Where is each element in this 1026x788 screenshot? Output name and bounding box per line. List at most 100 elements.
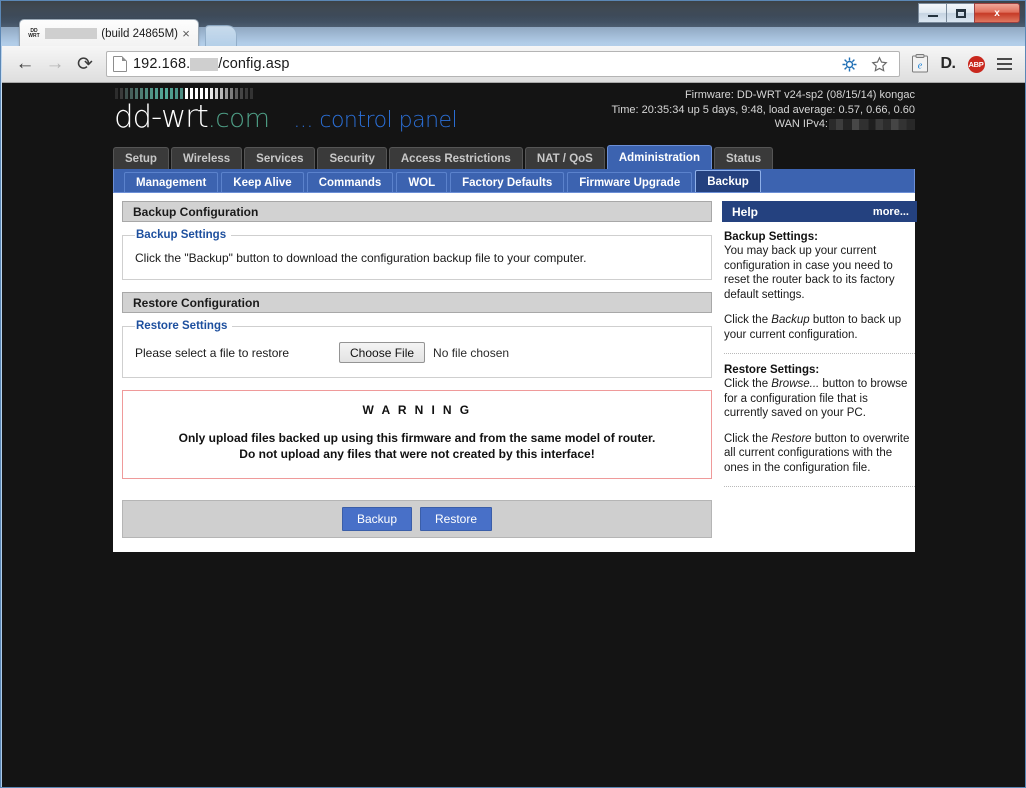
bookmark-star-icon[interactable] xyxy=(865,50,893,78)
back-button[interactable]: ← xyxy=(10,50,40,78)
ie-tab-icon[interactable]: e xyxy=(906,50,934,78)
brand-bar-segment xyxy=(190,88,193,99)
sub-tab-commands[interactable]: Commands xyxy=(306,172,394,192)
main-tab-bar: Setup Wireless Services Security Access Rest… xyxy=(113,145,915,169)
ie-tab-glyph: e xyxy=(912,54,928,73)
brand-bar-segment xyxy=(160,88,163,99)
brand-bar-segment xyxy=(215,88,218,99)
brand-bar-segment xyxy=(145,88,148,99)
restore-settings-fieldset: Restore Settings Please select a file to… xyxy=(122,320,712,378)
minimize-button[interactable] xyxy=(918,3,947,23)
brand-bar-segment xyxy=(130,88,133,99)
tab-title-redaction xyxy=(45,28,98,39)
choose-file-button[interactable]: Choose File xyxy=(339,342,426,363)
tab-close-icon[interactable]: × xyxy=(178,26,194,42)
backup-button[interactable]: Backup xyxy=(341,507,412,531)
brand-bar-segment xyxy=(185,88,188,99)
extension-bluecrab-icon[interactable] xyxy=(835,50,863,78)
main-tab-wireless[interactable]: Wireless xyxy=(170,147,243,169)
brand-bar-segment xyxy=(115,88,118,99)
wan-ip-line: WAN IPv4: xyxy=(611,117,915,132)
wan-ip-label: WAN IPv4: xyxy=(774,118,828,130)
brand-control-panel: ... control panel xyxy=(293,108,458,133)
brand-bar-segment xyxy=(150,88,153,99)
main-tab-administration[interactable]: Administration xyxy=(606,145,712,169)
backup-settings-fieldset: Backup Settings Click the "Backup" butto… xyxy=(122,229,712,280)
brand-bar-segment xyxy=(125,88,128,99)
brand-bar-segment xyxy=(240,88,243,99)
brand-bar-segment xyxy=(245,88,248,99)
help-paragraph: Click the Browse... button to browse for… xyxy=(724,378,908,419)
maximize-button[interactable] xyxy=(946,3,975,23)
help-paragraph: Click the Backup button to back up your … xyxy=(724,314,902,341)
main-tab-access-restrictions[interactable]: Access Restrictions xyxy=(388,147,523,169)
favicon-bottom-text: WRT xyxy=(28,32,40,39)
time-line: Time: 20:35:34 up 5 days, 9:48, load ave… xyxy=(611,103,915,116)
backup-section-header: Backup Configuration xyxy=(122,201,712,222)
url-text: 192.168. /config.asp xyxy=(133,56,289,72)
minimize-icon xyxy=(927,15,938,17)
brand-bar-segment xyxy=(225,88,228,99)
warning-line-2: Do not upload any files that were not cr… xyxy=(239,447,595,461)
brand-bar-segment xyxy=(250,88,253,99)
main-tab-security[interactable]: Security xyxy=(317,147,387,169)
brand-bar-segment xyxy=(170,88,173,99)
ddwrt-control-panel: dd-wrt .com ... control panel Firmware: DD… xyxy=(113,83,917,552)
backup-settings-text: Click the "Backup" button to download th… xyxy=(135,251,587,265)
sub-tab-factory-defaults[interactable]: Factory Defaults xyxy=(450,172,565,192)
brand-bar-segment xyxy=(140,88,143,99)
url-prefix: 192.168. xyxy=(133,56,191,72)
star-glyph xyxy=(870,55,888,72)
backup-settings-legend: Backup Settings xyxy=(136,229,227,241)
brand-bar-segment xyxy=(175,88,178,99)
forward-button[interactable]: → xyxy=(40,50,70,78)
page-viewport: dd-wrt .com ... control panel Firmware: DD… xyxy=(2,83,1025,787)
sub-tab-backup[interactable]: Backup xyxy=(695,170,761,192)
close-button[interactable]: x xyxy=(974,3,1020,23)
brand-bar-segment xyxy=(200,88,203,99)
sub-tab-keep-alive[interactable]: Keep Alive xyxy=(221,172,304,192)
adblock-plus-icon[interactable]: ABP xyxy=(962,50,990,78)
page-content-card: Backup Configuration Backup Settings Cli… xyxy=(113,193,917,552)
restore-button[interactable]: Restore xyxy=(420,507,493,531)
sub-tab-bar: Management Keep Alive Commands WOL Factory D… xyxy=(113,169,915,193)
maximize-icon xyxy=(955,8,966,18)
disconnect-icon[interactable]: D. xyxy=(934,50,962,78)
restore-settings-legend: Restore Settings xyxy=(136,320,228,332)
sub-tab-firmware-upgrade[interactable]: Firmware Upgrade xyxy=(567,172,693,192)
address-bar[interactable]: 192.168. /config.asp xyxy=(106,51,900,77)
restore-section-header: Restore Configuration xyxy=(122,292,712,313)
sub-tab-management[interactable]: Management xyxy=(124,172,219,192)
reload-button[interactable]: ⟳ xyxy=(70,50,100,78)
help-panel: Help more... Backup Settings: You may bac… xyxy=(722,201,917,538)
new-tab-button[interactable] xyxy=(205,25,237,47)
file-select-row: Please select a file to restore Choose F… xyxy=(135,342,699,363)
main-tab-setup[interactable]: Setup xyxy=(113,147,169,169)
brand-bar-segment xyxy=(205,88,208,99)
sub-tab-wol[interactable]: WOL xyxy=(396,172,448,192)
main-tab-nat-qos[interactable]: NAT / QoS xyxy=(524,147,605,169)
brand-name: dd-wrt xyxy=(114,99,209,135)
warning-box: W A R N I N G Only upload files backed u… xyxy=(122,390,712,479)
brand-bar-segment xyxy=(155,88,158,99)
brand-bar-segment xyxy=(180,88,183,99)
page-info-icon xyxy=(113,56,127,72)
help-paragraph: Click the Restore button to overwrite al… xyxy=(724,432,910,474)
browser-window: x DD WRT (build 24865M) × ← → ⟳ 192.168. xyxy=(0,0,1026,788)
brand-bar-segment xyxy=(235,88,238,99)
help-paragraph: You may back up your current configurati… xyxy=(724,245,895,301)
main-tab-services[interactable]: Services xyxy=(244,147,316,169)
main-tab-status[interactable]: Status xyxy=(713,147,774,169)
url-suffix: /config.asp xyxy=(218,56,290,72)
browser-tab[interactable]: DD WRT (build 24865M) × xyxy=(19,19,199,47)
chrome-menu-icon[interactable] xyxy=(990,50,1018,78)
brand-bar-segment xyxy=(120,88,123,99)
help-separator xyxy=(724,486,915,487)
settings-column: Backup Configuration Backup Settings Cli… xyxy=(122,201,712,538)
hamburger-glyph xyxy=(996,58,1012,70)
url-redaction xyxy=(190,57,219,71)
brand-bar-segment xyxy=(210,88,213,99)
file-select-label: Please select a file to restore xyxy=(135,345,290,360)
help-more-link[interactable]: more... xyxy=(873,206,909,218)
warning-line-1: Only upload files backed up using this f… xyxy=(178,431,656,445)
